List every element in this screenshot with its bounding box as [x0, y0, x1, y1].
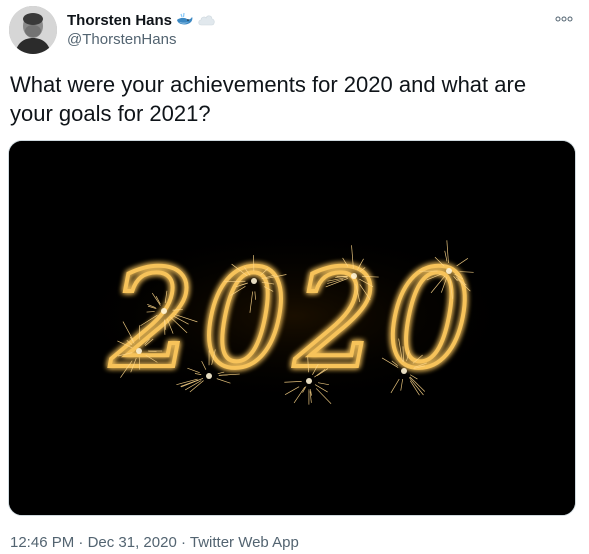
sparkler-text: 2020 — [109, 241, 478, 398]
meta-separator: · — [176, 534, 190, 551]
author-name-row[interactable]: Thorsten Hans — [67, 10, 216, 30]
profile-photo-icon — [9, 6, 57, 54]
tweet-source-link[interactable]: Twitter Web App — [190, 534, 299, 551]
spark-core — [401, 368, 407, 374]
spark-core — [306, 378, 312, 384]
spark-core — [251, 278, 257, 284]
avatar[interactable] — [9, 6, 57, 54]
whale-emoji-icon — [176, 12, 194, 28]
display-name[interactable]: Thorsten Hans — [67, 12, 172, 29]
tweet-date-link[interactable]: Dec 31, 2020 — [88, 534, 177, 551]
tweet-text: What were your achievements for 2020 and… — [10, 72, 527, 126]
spark-core — [206, 373, 212, 379]
more-options-button[interactable] — [554, 12, 574, 26]
tweet-metadata: 12:46 PM · Dec 31, 2020 · Twitter Web Ap… — [10, 534, 299, 551]
cloud-emoji-icon — [198, 12, 216, 28]
author-handle[interactable]: @ThorstenHans — [67, 31, 176, 48]
more-options-icon — [555, 16, 573, 22]
spark-core — [446, 268, 452, 274]
tweet: Thorsten Hans @ThorstenHans What were yo… — [0, 0, 589, 554]
spark-core — [351, 273, 357, 279]
spark-core — [161, 308, 167, 314]
tweet-media-photo[interactable]: 2020 — [8, 140, 576, 516]
meta-separator: · — [74, 534, 88, 551]
tweet-time-link[interactable]: 12:46 PM — [10, 534, 74, 551]
sparkler-image: 2020 — [9, 141, 575, 515]
spark-core — [136, 348, 142, 354]
